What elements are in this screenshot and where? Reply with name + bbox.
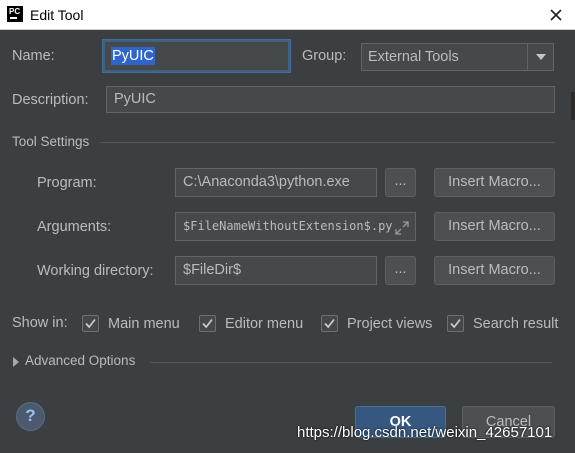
arguments-input[interactable]: $FileNameWithoutExtension$.py bbox=[175, 212, 416, 241]
chevron-right-icon bbox=[13, 357, 19, 367]
advanced-options-toggle[interactable]: Advanced Options bbox=[11, 353, 146, 371]
name-value-selected: PyUIC bbox=[111, 47, 155, 65]
tool-settings-header: Tool Settings bbox=[12, 134, 90, 149]
window-title: Edit Tool bbox=[30, 7, 84, 23]
chevron-down-icon bbox=[536, 54, 546, 60]
description-label: Description: bbox=[12, 92, 89, 108]
working-directory-input[interactable]: $FileDir$ bbox=[175, 256, 377, 285]
working-directory-insert-macro-label: Insert Macro... bbox=[448, 262, 541, 278]
advanced-options-label: Advanced Options bbox=[25, 353, 136, 368]
checkmark-icon bbox=[202, 318, 213, 329]
group-label: Group: bbox=[302, 48, 347, 64]
arguments-insert-macro-label: Insert Macro... bbox=[448, 218, 541, 234]
working-directory-insert-macro-button[interactable]: Insert Macro... bbox=[434, 256, 555, 285]
search-result-label[interactable]: Search result bbox=[473, 316, 558, 332]
help-icon: ? bbox=[25, 406, 36, 425]
watermark-text: https://blog.csdn.net/weixin_42657101 bbox=[297, 424, 553, 441]
checkmark-icon bbox=[324, 318, 335, 329]
checkmark-icon bbox=[450, 318, 461, 329]
project-views-label[interactable]: Project views bbox=[347, 316, 432, 332]
help-button[interactable]: ? bbox=[16, 402, 45, 431]
program-insert-macro-label: Insert Macro... bbox=[448, 174, 541, 190]
group-value: External Tools bbox=[368, 49, 459, 65]
title-bar: PC Edit Tool bbox=[0, 0, 575, 30]
main-menu-label[interactable]: Main menu bbox=[108, 316, 180, 332]
description-input[interactable]: PyUIC bbox=[106, 86, 555, 113]
expand-icon bbox=[395, 221, 409, 235]
working-directory-browse-label: ... bbox=[394, 261, 407, 277]
editor-menu-label[interactable]: Editor menu bbox=[225, 316, 303, 332]
tool-settings-divider bbox=[100, 142, 555, 143]
arguments-label: Arguments: bbox=[37, 219, 112, 235]
program-input[interactable]: C:\Anaconda3\python.exe bbox=[175, 168, 377, 197]
show-in-label: Show in: bbox=[12, 315, 68, 331]
window-edge-shadow bbox=[571, 92, 575, 120]
arguments-insert-macro-button[interactable]: Insert Macro... bbox=[434, 212, 555, 241]
program-value: C:\Anaconda3\python.exe bbox=[183, 174, 350, 190]
close-button[interactable] bbox=[546, 5, 566, 25]
pycharm-app-icon: PC bbox=[7, 6, 23, 22]
close-icon bbox=[550, 9, 562, 21]
expand-field-button[interactable] bbox=[394, 219, 410, 235]
working-directory-browse-button[interactable]: ... bbox=[385, 256, 416, 285]
name-label: Name: bbox=[12, 48, 55, 64]
group-combobox[interactable]: External Tools bbox=[361, 43, 554, 71]
advanced-options-divider bbox=[150, 362, 552, 363]
editor-menu-checkbox[interactable] bbox=[199, 315, 216, 332]
name-input[interactable]: PyUIC bbox=[103, 40, 290, 72]
search-result-checkbox[interactable] bbox=[447, 315, 464, 332]
main-menu-checkbox[interactable] bbox=[82, 315, 99, 332]
app-icon-text: PC bbox=[9, 7, 21, 16]
project-views-checkbox[interactable] bbox=[321, 315, 338, 332]
description-value: PyUIC bbox=[114, 91, 156, 107]
working-directory-label: Working directory: bbox=[37, 263, 154, 279]
checkmark-icon bbox=[85, 318, 96, 329]
arguments-value: $FileNameWithoutExtension$.py bbox=[183, 219, 393, 233]
group-dropdown-arrow[interactable] bbox=[527, 44, 553, 70]
program-label: Program: bbox=[37, 175, 97, 191]
program-browse-button[interactable]: ... bbox=[385, 168, 416, 197]
program-insert-macro-button[interactable]: Insert Macro... bbox=[434, 168, 555, 197]
working-directory-value: $FileDir$ bbox=[183, 262, 242, 278]
program-browse-label: ... bbox=[394, 173, 407, 189]
